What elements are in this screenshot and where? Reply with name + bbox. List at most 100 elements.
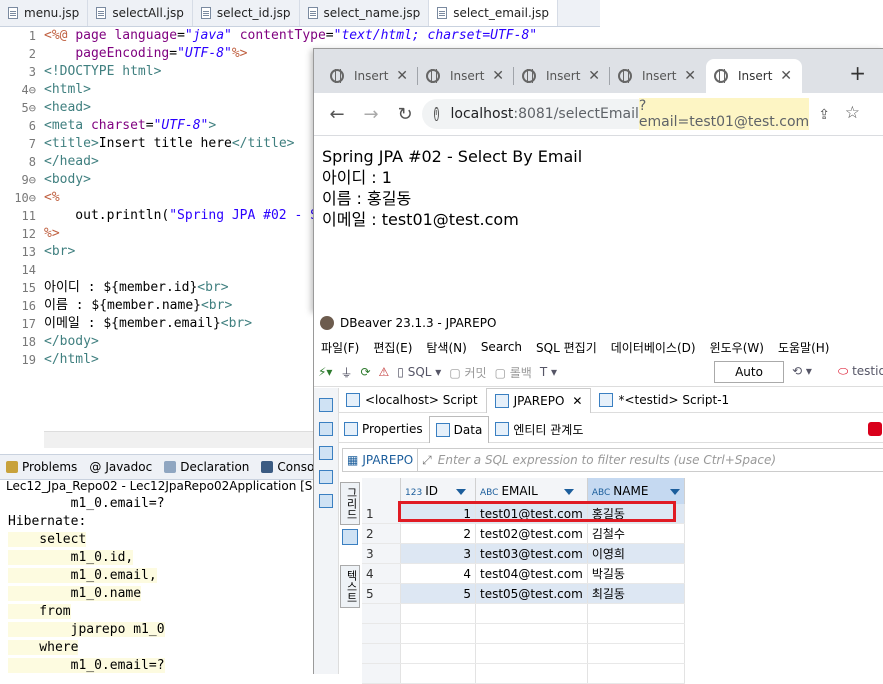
bookmark-star-icon[interactable]: ☆: [845, 103, 860, 123]
editor-tab-testid-script[interactable]: *<testid> Script-1: [591, 388, 737, 412]
filter-table-selector[interactable]: ▦ JPAREPO: [343, 449, 419, 471]
sort-dropdown-icon[interactable]: [670, 488, 681, 495]
sql-editor-button[interactable]: ▯ SQL ▾: [397, 365, 441, 379]
cell-id[interactable]: 3: [400, 543, 476, 564]
editor-tab-localhost-script[interactable]: <localhost> Script: [338, 388, 486, 412]
editor-tab-select-id[interactable]: select_id.jsp: [193, 0, 300, 26]
new-connection-plug-icon[interactable]: ⚡▾: [318, 365, 332, 379]
menu-search[interactable]: Search: [474, 340, 529, 354]
reconnect-icon[interactable]: ⟳: [360, 365, 370, 379]
browser-tab-active[interactable]: Insert ✕: [706, 59, 802, 93]
cell-id[interactable]: 4: [400, 563, 476, 584]
table-row[interactable]: 3 3 test03@test.com 이영희: [362, 543, 686, 564]
filter-input[interactable]: Enter a SQL expression to filter results…: [432, 453, 776, 467]
browser-window: Insert ✕ Insert ✕ Insert ✕ Insert ✕ Insert ✕ …: [313, 48, 883, 311]
line-number: 2: [28, 47, 36, 61]
cell-email[interactable]: test02@test.com: [475, 523, 588, 544]
sort-dropdown-icon[interactable]: [455, 488, 466, 495]
menu-database[interactable]: 데이터베이스(D): [604, 339, 703, 356]
panel-icon[interactable]: [319, 494, 333, 508]
table-row[interactable]: 2 2 test02@test.com 김철수: [362, 523, 686, 544]
line-number: 15: [21, 281, 36, 295]
cell-name[interactable]: 이영희: [587, 543, 686, 564]
subtab-data[interactable]: Data: [428, 415, 490, 443]
table-row[interactable]: 4 4 test04@test.com 박길동: [362, 563, 686, 584]
dbeaver-logo-icon: [320, 316, 334, 330]
expand-icon[interactable]: ⤢: [422, 453, 432, 468]
tab-problems[interactable]: Problems: [0, 460, 83, 474]
editor-tab-jparepo[interactable]: JPAREPO ✕: [485, 387, 592, 413]
oracle-icon: [868, 422, 882, 436]
close-icon[interactable]: ✕: [684, 68, 696, 84]
jsp-file-icon: [8, 7, 18, 19]
line-number: 5⊖: [21, 101, 36, 115]
console-line-text: m1_0.email=?: [8, 658, 165, 673]
back-arrow-icon[interactable]: ←: [324, 104, 350, 125]
rollback-button[interactable]: ▢ 롤백: [495, 364, 532, 381]
table-row[interactable]: 5 5 test05@test.com 최길동: [362, 583, 686, 604]
menu-help[interactable]: 도움말(H): [771, 339, 837, 356]
window-title: DBeaver 23.1.3 - JPAREPO: [340, 316, 497, 330]
tab-declaration[interactable]: Declaration: [158, 460, 255, 474]
browser-tab[interactable]: Insert ✕: [322, 59, 418, 93]
invalidate-icon[interactable]: ⚠: [379, 365, 390, 379]
new-tab-plus-icon[interactable]: +: [849, 61, 866, 85]
active-connection[interactable]: ⬭ testid: [838, 364, 883, 379]
subtab-properties[interactable]: Properties: [338, 416, 429, 442]
line-number: 1: [28, 29, 36, 43]
cell-email[interactable]: test04@test.com: [475, 563, 588, 584]
history-clock-icon[interactable]: ⟲ ▾: [792, 364, 812, 378]
tab-label: Declaration: [180, 460, 250, 474]
menu-window[interactable]: 윈도우(W): [703, 339, 771, 356]
menu-navigate[interactable]: 탐색(N): [419, 339, 473, 356]
menu-edit[interactable]: 편집(E): [366, 339, 419, 356]
browser-tab[interactable]: Insert ✕: [610, 59, 706, 93]
projects-icon[interactable]: [319, 446, 333, 460]
selected-row-highlight: [398, 501, 676, 522]
close-icon[interactable]: ✕: [588, 68, 600, 84]
cell-email[interactable]: test03@test.com: [475, 543, 588, 564]
subtab-er-diagram[interactable]: 엔티티 관계도: [489, 416, 589, 442]
close-icon[interactable]: ✕: [780, 68, 792, 84]
browser-tab[interactable]: Insert ✕: [418, 59, 514, 93]
jsp-file-icon: [437, 7, 448, 19]
editor-tab-select-email[interactable]: select_email.jsp: [429, 0, 558, 26]
console-line-text: select: [8, 532, 87, 547]
disconnect-icon[interactable]: ⏚: [340, 364, 352, 381]
url-host: localhost: [450, 106, 514, 122]
editor-horizontal-scrollbar[interactable]: [44, 431, 314, 448]
close-icon[interactable]: ✕: [572, 394, 582, 408]
editor-tab-menu[interactable]: menu.jsp: [0, 0, 89, 26]
grid-view-tab[interactable]: 그리드: [340, 482, 360, 525]
menu-file[interactable]: 파일(F): [314, 339, 366, 356]
editor-tab-select-name[interactable]: select_name.jsp: [300, 0, 430, 26]
close-icon[interactable]: ✕: [492, 68, 504, 84]
grid-icon[interactable]: [342, 529, 358, 545]
tab-javadoc[interactable]: @ Javadoc: [83, 460, 158, 474]
address-bar[interactable]: i localhost:8081/selectEmail ?email=test0…: [422, 98, 810, 130]
cell-name[interactable]: 박길동: [587, 563, 686, 584]
share-icon[interactable]: ⇪: [818, 107, 830, 123]
database-navigator-icon[interactable]: [319, 422, 333, 436]
cell-name[interactable]: 최길동: [587, 583, 686, 604]
row-number: 1: [362, 504, 401, 524]
close-icon[interactable]: ✕: [396, 68, 408, 84]
forward-arrow-icon[interactable]: →: [358, 104, 384, 125]
cell-email[interactable]: test05@test.com: [475, 583, 588, 604]
commit-button[interactable]: ▢ 커밋: [449, 364, 486, 381]
line-number: 17: [21, 317, 36, 331]
cell-id[interactable]: 2: [400, 523, 476, 544]
menu-sql-editor[interactable]: SQL 편집기: [529, 339, 604, 356]
cell-id[interactable]: 5: [400, 583, 476, 604]
transaction-mode-select[interactable]: Auto: [714, 361, 784, 383]
browser-tab[interactable]: Insert ✕: [514, 59, 610, 93]
transaction-mode-icon[interactable]: T ▾: [540, 365, 557, 379]
cell-name[interactable]: 김철수: [587, 523, 686, 544]
sort-dropdown-icon[interactable]: [563, 488, 574, 495]
editor-tab-selectall[interactable]: selectAll.jsp: [88, 0, 193, 26]
restore-icon[interactable]: [319, 398, 333, 412]
reload-icon[interactable]: ↻: [392, 104, 418, 125]
line-number-gutter: 1 2 3 4⊖ 5⊖ 6 7 8 9⊖ 10⊖ 11 12 13 14 15 …: [0, 27, 40, 447]
text-view-tab[interactable]: 텍스트: [340, 565, 360, 608]
restore-icon[interactable]: [319, 470, 333, 484]
